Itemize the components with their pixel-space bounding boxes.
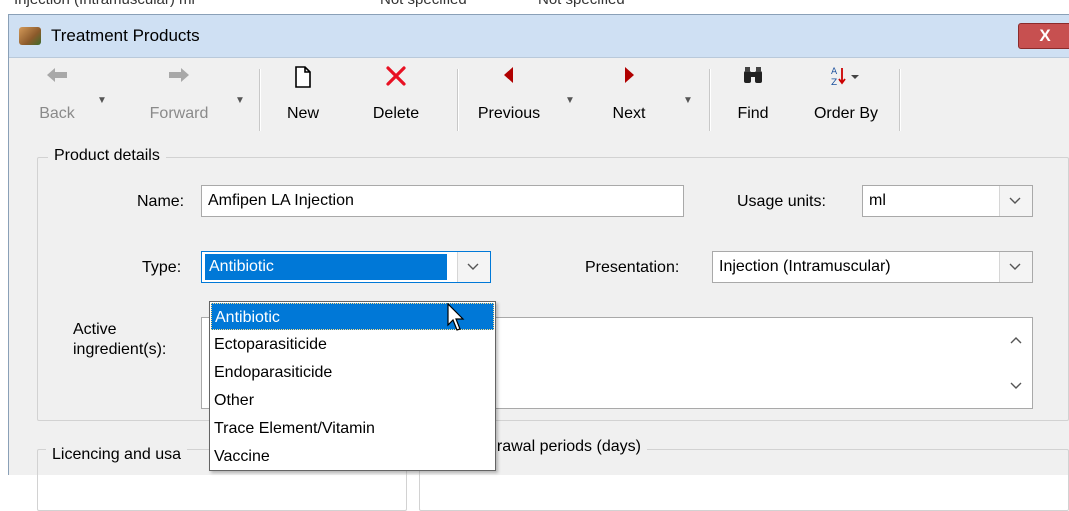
- dropdown-option[interactable]: Trace Element/Vitamin: [211, 415, 494, 442]
- previous-button[interactable]: Previous: [469, 63, 549, 139]
- name-label: Name:: [137, 193, 185, 210]
- presentation-label: Presentation:: [585, 259, 680, 276]
- binoculars-icon: [727, 65, 779, 95]
- close-button[interactable]: X: [1018, 23, 1069, 49]
- app-icon: [19, 27, 41, 45]
- product-details-label: Product details: [48, 147, 166, 165]
- presentation-combo[interactable]: Injection (Intramuscular): [712, 251, 1033, 283]
- previous-arrow-icon: [469, 65, 549, 95]
- mouse-pointer-icon: [447, 303, 465, 331]
- withdrawal-periods-label: drawal periods (days): [482, 438, 647, 456]
- presentation-dropdown-button[interactable]: [999, 252, 1032, 282]
- chevron-down-icon: [467, 263, 479, 270]
- toolbar-separator: [457, 69, 459, 131]
- previous-dropdown-arrow[interactable]: ▼: [565, 95, 575, 106]
- back-button[interactable]: Back: [29, 63, 85, 139]
- delete-button[interactable]: Delete: [364, 63, 428, 139]
- vertical-scrollbar[interactable]: [1000, 318, 1032, 408]
- licencing-usage-label: Licencing and usa: [46, 446, 187, 464]
- active-ingredients-label-1: Active: [73, 321, 117, 338]
- toolbar-separator: [259, 69, 261, 131]
- type-dropdown-button[interactable]: [457, 252, 490, 282]
- dropdown-option[interactable]: Other: [211, 387, 494, 414]
- next-arrow-icon: [601, 65, 657, 95]
- svg-text:A: A: [831, 67, 838, 77]
- delete-label: Delete: [372, 105, 420, 122]
- order-by-button[interactable]: AZ Order By: [803, 63, 889, 139]
- dropdown-option[interactable]: Vaccine: [211, 443, 494, 470]
- name-field[interactable]: Amfipen LA Injection: [201, 185, 684, 217]
- withdrawal-periods-group: drawal periods (days): [419, 438, 1069, 511]
- usage-units-value: ml: [869, 192, 886, 209]
- back-label: Back: [39, 105, 75, 122]
- forward-arrow-icon: [137, 65, 221, 95]
- svg-text:Z: Z: [831, 78, 837, 87]
- type-value: Antibiotic: [205, 254, 447, 280]
- background-text: Not specified: [380, 0, 467, 8]
- order-by-label: Order By: [813, 105, 878, 122]
- back-arrow-icon: [29, 65, 85, 95]
- next-dropdown-arrow[interactable]: ▼: [683, 95, 693, 106]
- dropdown-option[interactable]: Ectoparasiticide: [211, 331, 494, 358]
- background-text: Injection (Intramuscular) ml: [14, 0, 195, 8]
- active-ingredients-label-2: ingredient(s):: [73, 341, 167, 358]
- treatment-products-window: Treatment Products X Back ▼ Forward ▼ Ne…: [8, 14, 1069, 511]
- new-label: New: [286, 105, 319, 122]
- chevron-down-icon: [1009, 197, 1021, 204]
- next-label: Next: [612, 105, 646, 122]
- toolbar-separator: [899, 69, 901, 131]
- usage-units-dropdown-button[interactable]: [999, 186, 1032, 216]
- delete-x-icon: [364, 65, 428, 95]
- title-bar[interactable]: Treatment Products X: [9, 15, 1069, 58]
- new-document-icon: [279, 65, 327, 95]
- window-title: Treatment Products: [51, 26, 200, 45]
- usage-units-label: Usage units:: [737, 193, 826, 210]
- forward-button[interactable]: Forward: [137, 63, 221, 139]
- dropdown-option[interactable]: Endoparasiticide: [211, 359, 494, 386]
- find-button[interactable]: Find: [727, 63, 779, 139]
- background-list-strip: Injection (Intramuscular) ml Not specifi…: [0, 0, 1069, 14]
- back-dropdown-arrow[interactable]: ▼: [97, 95, 107, 106]
- scroll-down-icon: [1010, 382, 1022, 389]
- usage-units-combo[interactable]: ml: [862, 185, 1033, 217]
- toolbar-separator: [709, 69, 711, 131]
- forward-label: Forward: [149, 105, 209, 122]
- forward-dropdown-arrow[interactable]: ▼: [235, 95, 245, 106]
- background-text: Not specified: [538, 0, 625, 8]
- sort-az-icon: AZ: [803, 65, 889, 95]
- type-label: Type:: [142, 259, 182, 276]
- presentation-value: Injection (Intramuscular): [719, 258, 891, 275]
- new-button[interactable]: New: [279, 63, 327, 139]
- previous-label: Previous: [477, 105, 541, 122]
- scroll-up-icon: [1010, 337, 1022, 344]
- type-combo[interactable]: Antibiotic: [201, 251, 491, 283]
- chevron-down-icon: [1009, 263, 1021, 270]
- next-button[interactable]: Next: [601, 63, 657, 139]
- find-label: Find: [737, 105, 769, 122]
